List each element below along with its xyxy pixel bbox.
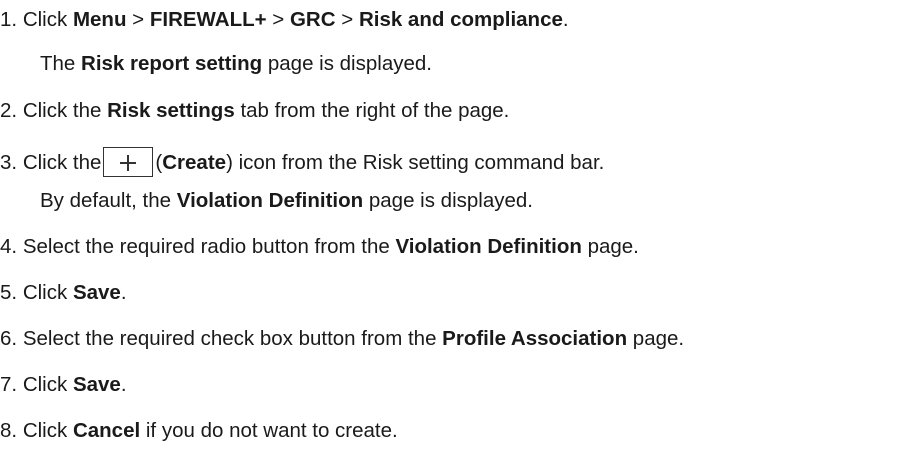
create-label: Create	[162, 151, 227, 174]
separator: >	[272, 8, 285, 31]
result-text: By default, the	[40, 189, 172, 212]
step-8: 8. Click Cancel if you do not want to cr…	[0, 419, 398, 443]
page-name: Violation Definition	[395, 235, 582, 258]
step-text: Click	[22, 419, 68, 442]
step-7: 7. Click Save.	[0, 373, 127, 397]
tab-name: Risk settings	[107, 99, 235, 122]
save-label: Save	[72, 281, 121, 304]
step-text: tab from the right of the page.	[240, 99, 510, 122]
step-3-result: By default, the Violation Definition pag…	[40, 189, 533, 213]
step-text: .	[120, 373, 127, 396]
step-text: icon from the Risk setting command bar.	[238, 151, 605, 174]
firewall-menu-label: FIREWALL+	[149, 8, 267, 31]
step-text: Click the	[22, 151, 102, 174]
step-6: 6. Select the required check box button …	[0, 327, 684, 351]
page-name: Risk report setting	[81, 52, 263, 75]
page-name: Profile Association	[442, 327, 628, 350]
step-4: 4. Select the required radio button from…	[0, 235, 639, 259]
step-3: 3. Click the (Create) icon from the Risk …	[0, 147, 604, 177]
step-2: 2. Click the Risk settings tab from the …	[0, 99, 509, 123]
grc-menu-label: GRC	[289, 8, 336, 31]
step-text: Click	[22, 281, 68, 304]
step-text: )	[226, 151, 233, 174]
step-5: 5. Click Save.	[0, 281, 127, 305]
plus-icon	[120, 155, 137, 171]
step-text: Click the	[22, 99, 102, 122]
step-text: Select the required check box button fro…	[22, 327, 437, 350]
step-number: 3.	[0, 151, 18, 174]
page-name: Violation Definition	[176, 189, 364, 212]
step-number: 2.	[0, 99, 18, 122]
step-number: 4.	[0, 235, 18, 258]
step-number: 1.	[0, 8, 18, 31]
create-button-image	[103, 147, 154, 177]
separator: >	[132, 8, 145, 31]
step-text: Select the required radio button from th…	[22, 235, 390, 258]
result-text: page is displayed.	[368, 189, 533, 212]
step-text: .	[562, 8, 569, 31]
step-number: 8.	[0, 419, 18, 442]
step-number: 5.	[0, 281, 18, 304]
step-text: if you do not want to create.	[145, 419, 398, 442]
step-1: 1. Click Menu > FIREWALL+ > GRC > Risk a…	[0, 8, 569, 32]
save-label: Save	[72, 373, 121, 396]
result-text: page is displayed.	[267, 52, 432, 75]
step-number: 6.	[0, 327, 18, 350]
cancel-label: Cancel	[72, 419, 141, 442]
step-1-result: The Risk report setting page is displaye…	[40, 52, 432, 76]
step-text: .	[120, 281, 127, 304]
risk-compliance-label: Risk and compliance	[358, 8, 563, 31]
step-text: page.	[587, 235, 639, 258]
step-text: Click	[22, 373, 68, 396]
step-number: 7.	[0, 373, 18, 396]
step-text: Click	[22, 8, 68, 31]
separator: >	[341, 8, 354, 31]
step-text: page.	[632, 327, 685, 350]
menu-label: Menu	[72, 8, 127, 31]
result-text: The	[40, 52, 76, 75]
